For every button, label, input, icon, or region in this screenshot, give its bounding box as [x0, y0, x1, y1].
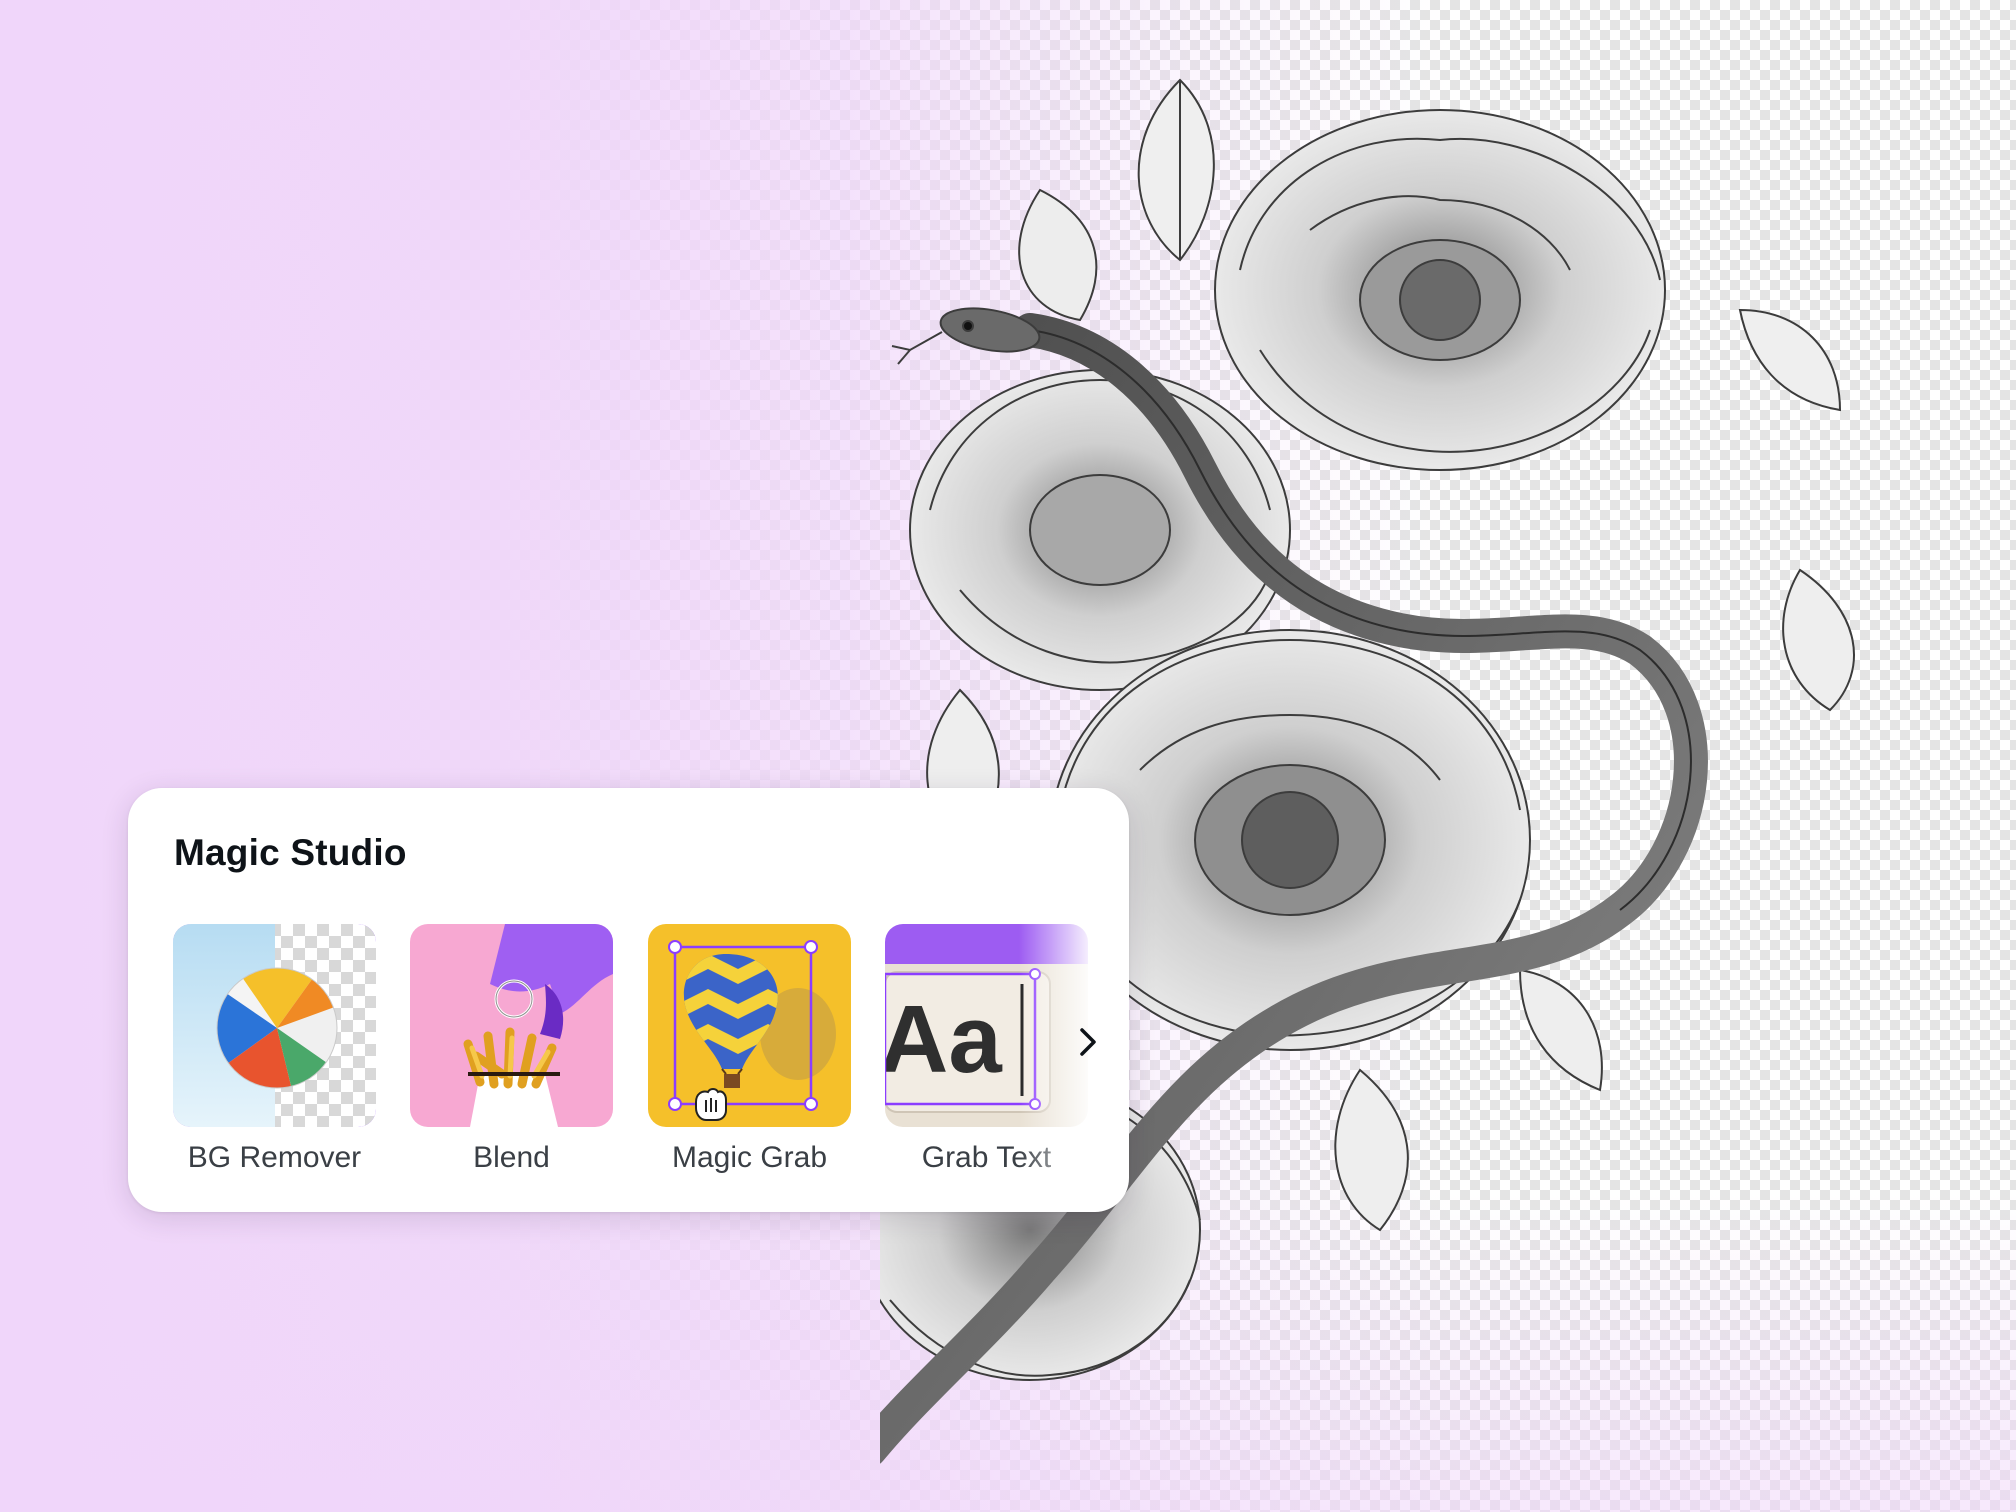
magic-studio-panel: Magic Studio BG Remover Blend Magic Grab… [128, 788, 1129, 1212]
peony-snake-sketch [880, 78, 1855, 1464]
tool-label: BG Remover [187, 1141, 362, 1174]
magic-grab-thumbnail[interactable] [648, 924, 851, 1127]
tool-blend[interactable]: Blend [409, 924, 614, 1175]
tool-bg-remover[interactable]: BG Remover [172, 924, 377, 1175]
panel-title: Magic Studio [174, 832, 407, 873]
next-button[interactable] [1068, 1022, 1108, 1062]
tool-magic-grab[interactable]: Magic Grab [647, 924, 852, 1175]
tool-label: Blend [473, 1141, 550, 1174]
bg-remover-thumbnail[interactable] [173, 924, 376, 1127]
blend-thumbnail[interactable] [410, 924, 613, 1127]
tool-label: Magic Grab [671, 1141, 828, 1174]
grab-text-sample: Aa [885, 986, 1002, 1093]
chevron-right-icon [1080, 1028, 1096, 1056]
